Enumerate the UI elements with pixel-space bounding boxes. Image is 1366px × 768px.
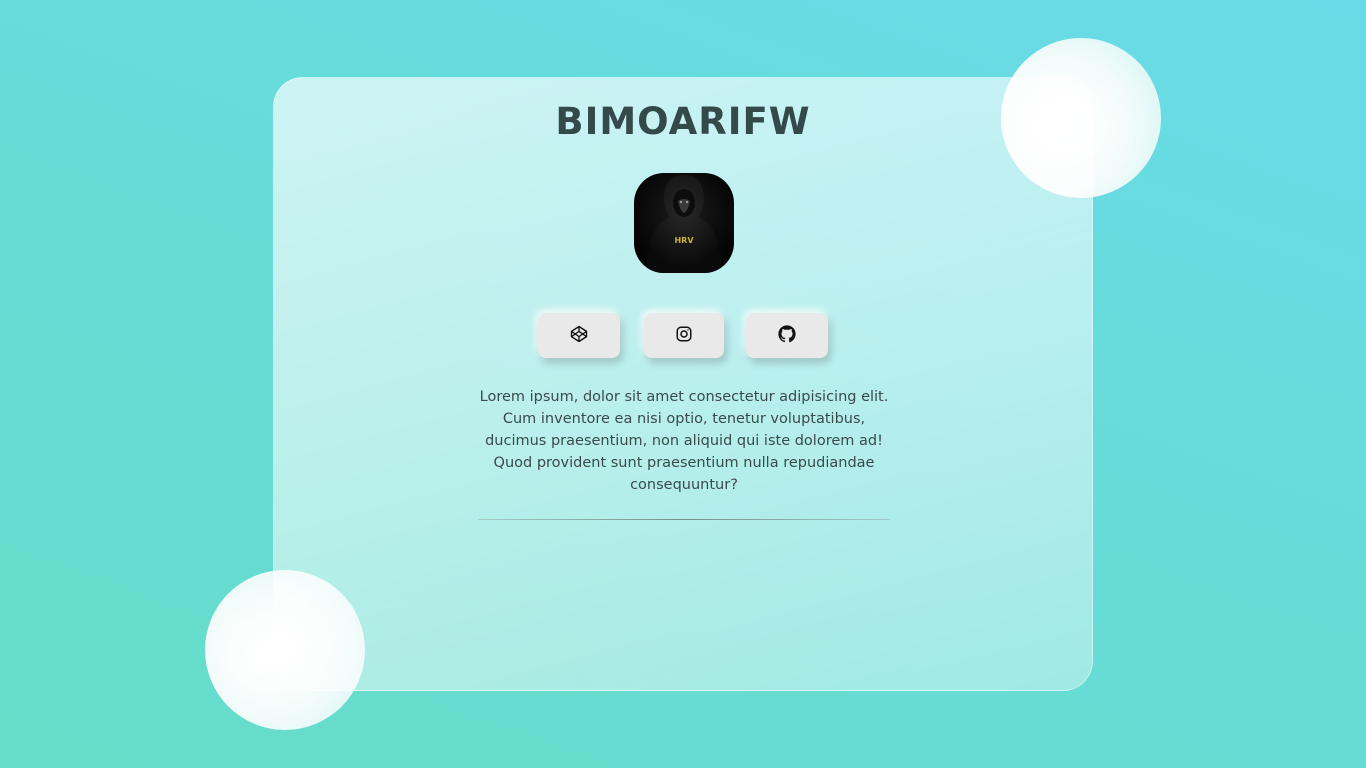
profile-card: BIMOARIFW HRV Lorem ipsum, dolor sit ame… xyxy=(273,77,1093,691)
profile-name: BIMOARIFW xyxy=(555,100,811,143)
avatar-chest-text: HRV xyxy=(674,236,694,245)
codepen-button[interactable] xyxy=(538,313,620,358)
instagram-button[interactable] xyxy=(644,313,724,358)
avatar-image: HRV xyxy=(646,175,722,273)
github-icon xyxy=(778,324,796,347)
avatar: HRV xyxy=(634,173,734,273)
instagram-icon xyxy=(675,325,693,347)
social-links xyxy=(274,313,1092,358)
codepen-icon xyxy=(570,325,588,347)
github-button[interactable] xyxy=(746,313,828,358)
profile-description: Lorem ipsum, dolor sit amet consectetur … xyxy=(479,389,889,493)
divider xyxy=(478,519,890,520)
